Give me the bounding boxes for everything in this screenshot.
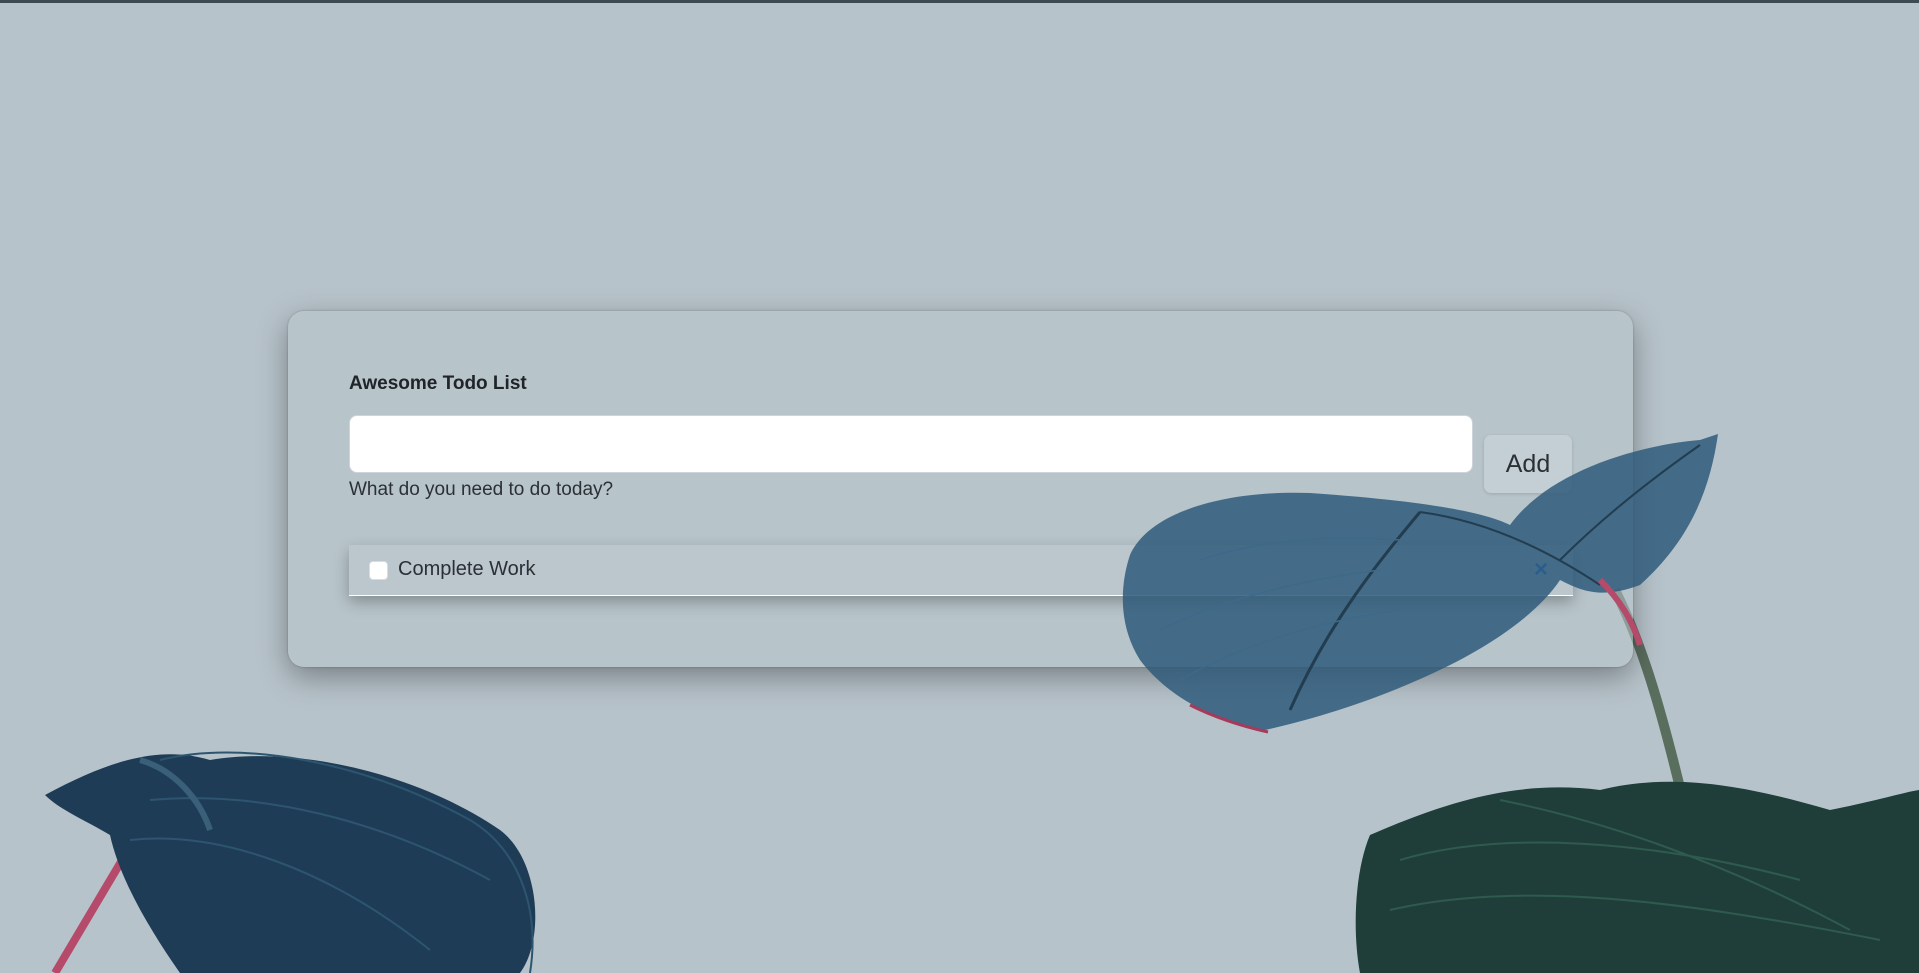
card-title: Awesome Todo List xyxy=(349,373,527,394)
add-button[interactable]: Add xyxy=(1484,435,1572,493)
bottom-right-leaf xyxy=(1355,781,1919,973)
todo-checkbox[interactable] xyxy=(369,561,388,580)
close-icon[interactable]: × xyxy=(1527,556,1555,584)
top-border xyxy=(0,0,1919,3)
todo-list: Complete Work × xyxy=(349,545,1573,596)
todo-item: Complete Work × xyxy=(349,545,1573,596)
todo-text: Complete Work xyxy=(398,558,536,580)
left-leaf-stem xyxy=(51,847,132,973)
todo-card: Awesome Todo List What do you need to do… xyxy=(288,311,1633,667)
todo-input[interactable] xyxy=(349,415,1473,473)
helper-text: What do you need to do today? xyxy=(349,479,614,500)
left-leaf xyxy=(45,754,536,973)
